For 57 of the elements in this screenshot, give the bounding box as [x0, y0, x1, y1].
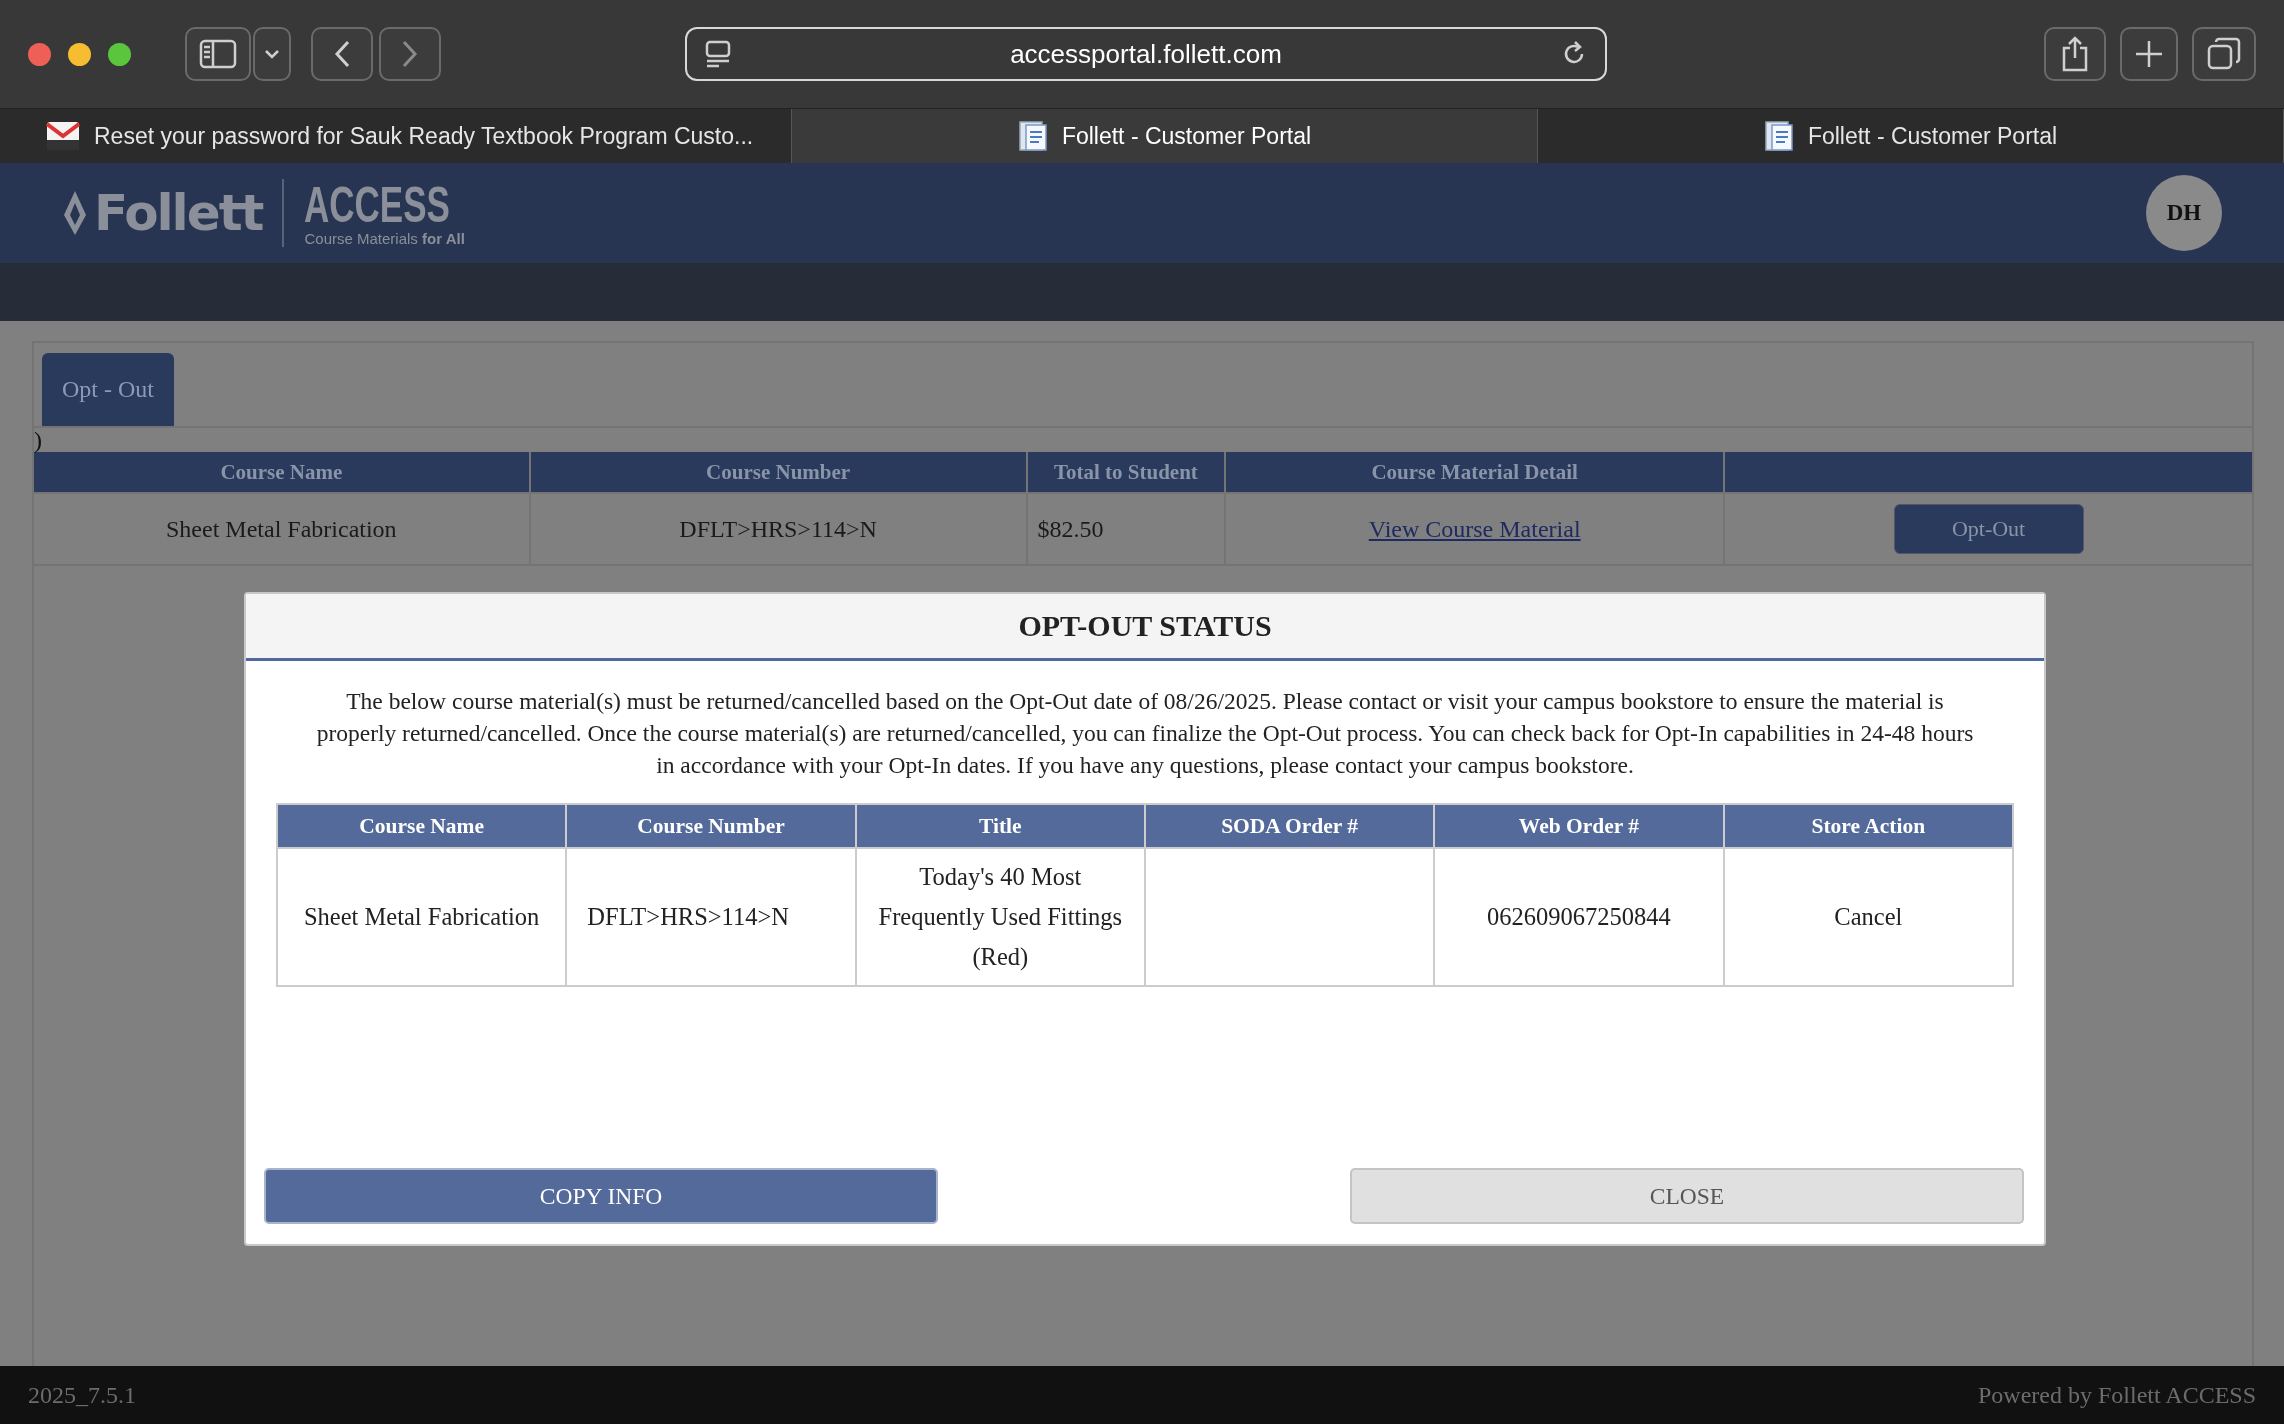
column-header: Course Name [277, 804, 567, 848]
tabs-icon[interactable] [2207, 37, 2241, 71]
stray-text: ) [34, 428, 43, 452]
document-icon [1017, 120, 1048, 152]
brand-name: Follett [94, 184, 263, 242]
table-cell: Cancel [1723, 848, 2013, 986]
document-icon [1763, 120, 1794, 152]
column-header: Store Action [1723, 804, 2013, 848]
copy-info-button[interactable]: COPY INFO [264, 1168, 938, 1224]
back-icon[interactable] [334, 40, 350, 68]
column-header: Course Number [566, 804, 856, 848]
footer-credit: Powered by Follett ACCESS [1977, 1381, 2256, 1409]
table-cell: DFLT>HRS>114>N [566, 848, 856, 986]
browser-tab[interactable]: Follett - Customer Portal [792, 109, 1538, 163]
new-tab-button[interactable] [2120, 27, 2178, 81]
close-window-button[interactable] [28, 42, 51, 66]
sidebar-button[interactable] [185, 27, 251, 81]
column-header: Course Material Detail [1225, 452, 1725, 493]
forward-button[interactable] [379, 27, 441, 81]
user-avatar[interactable]: DH [2146, 175, 2222, 251]
version-text: 2025_7.5.1 [28, 1381, 136, 1409]
zoom-window-button[interactable] [108, 42, 131, 66]
table-cell: Sheet Metal Fabrication [33, 493, 530, 565]
product-name: ACCESS [304, 179, 451, 230]
plus-icon[interactable] [2134, 39, 2164, 69]
close-button[interactable]: CLOSE [1350, 1168, 2024, 1224]
share-icon[interactable] [2061, 36, 2089, 72]
column-header: Course Name [33, 452, 530, 493]
column-header: Total to Student [1026, 452, 1226, 493]
back-button[interactable] [311, 27, 373, 81]
address-bar[interactable]: accessportal.follett.com [685, 27, 1607, 81]
drop-logo-icon [62, 189, 88, 237]
forward-icon[interactable] [402, 40, 418, 68]
sidebar-icon[interactable] [199, 39, 237, 69]
table-cell: DFLT>HRS>114>N [529, 493, 1027, 565]
page-tab[interactable]: Opt - Out [42, 353, 174, 426]
mail-icon [46, 120, 80, 152]
column-header: Title [855, 804, 1145, 848]
table-cell: Sheet Metal Fabrication [277, 848, 567, 986]
share-button[interactable] [2044, 27, 2106, 81]
column-header: Web Order # [1434, 804, 1724, 848]
tab-overview-button[interactable] [2192, 27, 2256, 81]
browser-tab[interactable]: Follett - Customer Portal [1538, 109, 2284, 163]
page-menu-icon[interactable] [705, 40, 731, 68]
modal-title: OPT-OUT STATUS [1018, 609, 1272, 643]
opt-out-button[interactable]: Opt-Out [1893, 504, 2084, 554]
column-header: Course Number [529, 452, 1027, 493]
chevron-down-icon[interactable] [264, 49, 280, 59]
table-cell: Today's 40 Most Frequently Used Fittings (Red) [855, 848, 1145, 986]
view-material-link[interactable]: View Course Material [1368, 515, 1581, 542]
tagline: Course Materials for All [304, 229, 466, 247]
minimize-window-button[interactable] [68, 42, 91, 66]
table-cell: $82.50 [1026, 493, 1226, 565]
modal-message: The below course material(s) must be returned/cancelled based on the Opt-Out date of 08/26/2025. Please contact or visit your campus bookstore to ensure the material is properly returned/cancelled. Once the course material(s) are returned/cancelled, you can finalize the Opt-Out process. You can check back for Opt-In capabilities in 24-48 hours in accordance with your Opt-In dates. If you have any questions, please contact your campus bookstore. [315, 687, 1975, 780]
column-header: SODA Order # [1145, 804, 1435, 848]
browser-tab[interactable]: Reset your password for Sauk Ready Textbook Program Custo... [0, 109, 792, 163]
table-cell: 062609067250844 [1434, 848, 1724, 986]
